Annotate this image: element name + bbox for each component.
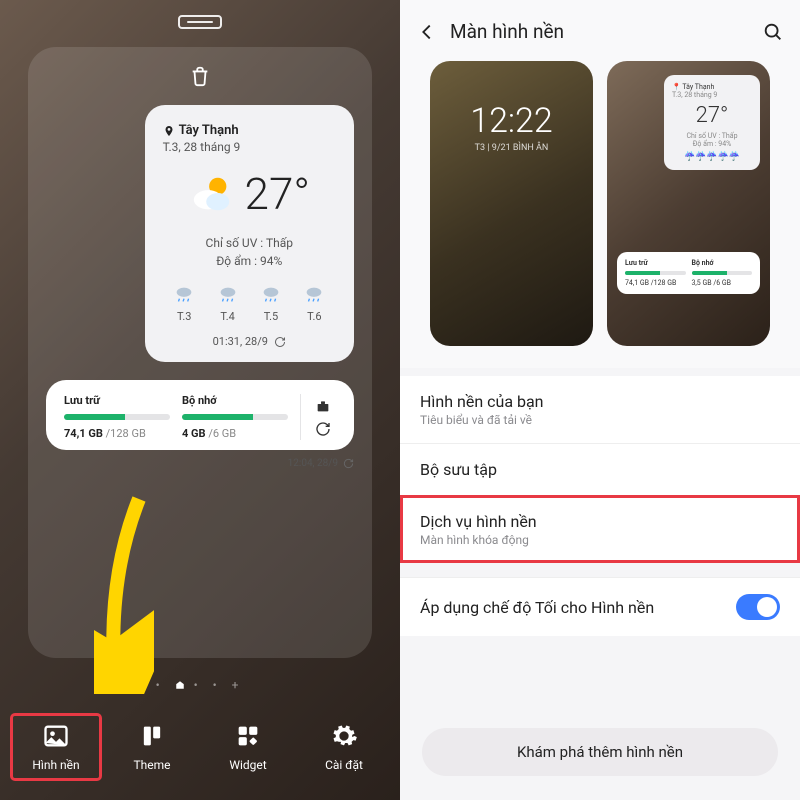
mini-storage-widget: Lưu trữ74,1 GB /128 GB Bộ nhớ3,5 GB /6 G… — [617, 252, 760, 294]
weather-date: T.3, 28 tháng 9 — [163, 140, 336, 154]
weather-forecast-row: T.3 T.4 T.5 T.6 — [163, 284, 336, 323]
homescreen-preview[interactable]: 📍 Tây Thạnh T.3, 28 tháng 9 27° Chỉ số U… — [607, 61, 770, 346]
home-editor-pane: Tây Thạnh T.3, 28 tháng 9 27° Chỉ số UV … — [0, 0, 400, 800]
editor-bottom-bar: Hình nền Theme Widget Cài đặt — [0, 700, 400, 800]
row-dark-mode-wallpaper[interactable]: Áp dụng chế độ Tối cho Hình nền — [400, 577, 800, 636]
search-icon[interactable] — [762, 21, 784, 43]
wallpaper-settings-pane: Màn hình nền 12:22 T3 | 9/21 BÌNH ÂN 📍 T… — [400, 0, 800, 800]
mini-weather-widget: 📍 Tây Thạnh T.3, 28 tháng 9 27° Chỉ số U… — [664, 75, 760, 170]
tab-settings[interactable]: Cài đặt — [299, 714, 389, 780]
weather-location: Tây Thạnh — [163, 123, 336, 138]
storage-widget[interactable]: Lưu trữ 74,1 GB /128 GB Bộ nhớ 4 GB /6 G… — [46, 380, 354, 450]
row-your-wallpapers[interactable]: Hình nền của bạn Tiêu biểu và đã tải về — [400, 376, 800, 443]
row-wallpaper-service[interactable]: Dịch vụ hình nền Màn hình khóa động — [400, 495, 800, 563]
wallpaper-previews: 12:22 T3 | 9/21 BÌNH ÂN 📍 Tây Thạnh T.3,… — [400, 55, 800, 368]
tab-widget[interactable]: Widget — [203, 714, 293, 780]
home-preview-card[interactable]: Tây Thạnh T.3, 28 tháng 9 27° Chỉ số UV … — [28, 47, 372, 658]
weather-cloudy-sun-icon — [189, 171, 235, 217]
storage-title-1: Lưu trữ — [64, 394, 170, 407]
lockscreen-preview[interactable]: 12:22 T3 | 9/21 BÌNH ÂN — [430, 61, 593, 346]
toolbox-icon — [315, 398, 331, 414]
storage-title-2: Bộ nhớ — [182, 394, 288, 407]
weather-widget[interactable]: Tây Thạnh T.3, 28 tháng 9 27° Chỉ số UV … — [145, 105, 354, 362]
settings-header: Màn hình nền — [400, 0, 800, 55]
page-title: Màn hình nền — [450, 20, 762, 43]
settings-list: Hình nền của bạn Tiêu biểu và đã tải về … — [400, 368, 800, 704]
tab-wallpaper[interactable]: Hình nền — [11, 714, 101, 780]
tab-theme[interactable]: Theme — [107, 714, 197, 780]
back-icon[interactable] — [416, 21, 438, 43]
lock-time: 12:22 — [430, 101, 593, 141]
storage-update-time: 12:04, 28/9 — [46, 458, 354, 469]
dark-mode-toggle[interactable] — [736, 594, 780, 620]
weather-temp: 27° — [245, 168, 310, 220]
top-handle-area — [0, 0, 400, 39]
explore-more-button[interactable]: Khám phá thêm hình nền — [422, 728, 778, 776]
handle-icon — [178, 15, 222, 29]
page-indicator[interactable]: • • • + — [0, 678, 400, 692]
delete-page-button[interactable] — [46, 65, 354, 91]
row-gallery[interactable]: Bộ sưu tập — [400, 443, 800, 495]
refresh-icon — [315, 421, 331, 437]
weather-update-time: 01:31, 28/9 — [163, 335, 336, 348]
weather-details: Chỉ số UV : Thấp Độ ẩm : 94% — [163, 234, 336, 270]
lock-date: T3 | 9/21 BÌNH ÂN — [430, 143, 593, 153]
